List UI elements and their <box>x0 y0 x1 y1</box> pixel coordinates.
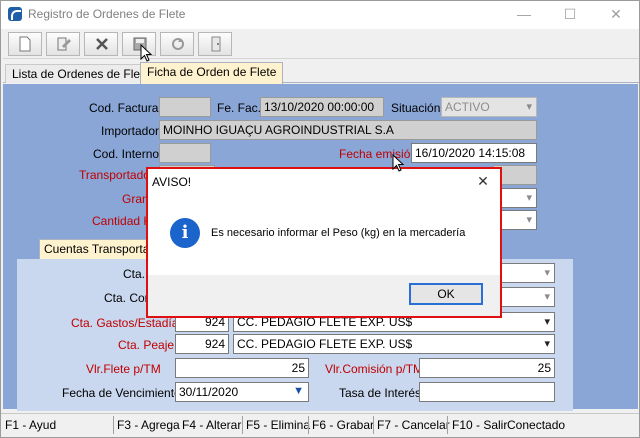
mouse-cursor-icon <box>392 154 405 172</box>
vlr-flete-field[interactable]: 25 <box>175 358 309 378</box>
edit-record-button[interactable] <box>46 32 80 56</box>
vlr-flete-label: Vlr.Flete p/TM <box>86 362 161 376</box>
alert-dialog: AVISO! ✕ i Es necesario informar el Peso… <box>148 169 500 316</box>
connection-status: Conectado <box>507 418 566 432</box>
status-f6: F6 - Grabar <box>312 418 375 432</box>
tab-lista-ordenes[interactable]: Lista de Ordenes de Flete <box>5 64 158 83</box>
status-f7: F7 - Cancelar <box>377 418 450 432</box>
status-f5: F5 - Elimina <box>246 418 311 432</box>
vlr-comision-label: Vlr.Comisión p/TM <box>325 362 424 376</box>
delete-record-button[interactable] <box>84 32 118 56</box>
grano-label: Gran <box>122 192 149 206</box>
dialog-message: Es necesario informar el Peso (kg) en la… <box>211 227 466 239</box>
new-record-button[interactable] <box>8 32 42 56</box>
toolbar <box>3 29 639 59</box>
cod-factura-field[interactable] <box>159 97 211 117</box>
status-divider <box>447 416 448 434</box>
chevron-down-icon: ▾ <box>544 291 550 303</box>
mouse-cursor-icon <box>140 44 153 62</box>
status-f10: F10 - Salir <box>452 418 508 432</box>
cta-peaje-value: CC. PEDAGIO FLETE EXP. US$ <box>237 337 413 351</box>
fe-fac-label: Fe. Fac. <box>217 101 262 115</box>
exit-icon <box>211 36 221 52</box>
cta-peaje-select[interactable]: CC. PEDAGIO FLETE EXP. US$ ▾ <box>233 334 555 354</box>
cod-factura-label: Cod. Factura <box>89 101 159 115</box>
tasa-interes-field[interactable] <box>419 382 555 402</box>
cta-gastos-label: Cta. Gastos/Estadía <box>71 316 179 330</box>
cantidad-label: Cantidad K <box>92 214 152 228</box>
chevron-down-icon: ▾ <box>544 267 550 279</box>
tab-cuentas-transportadora[interactable]: Cuentas Transportad <box>39 239 162 259</box>
dialog-title-bar: AVISO! ✕ <box>148 169 500 195</box>
cta-peaje-code-field[interactable]: 924 <box>175 334 229 354</box>
situacion-value: ACTIVO <box>445 100 490 114</box>
dialog-title: AVISO! <box>152 175 192 189</box>
cta-peaje-label: Cta. Peaje <box>118 338 175 352</box>
situacion-select[interactable]: ACTIVO ▾ <box>441 97 537 117</box>
chevron-down-icon: ▾ <box>526 192 532 204</box>
status-divider <box>373 416 374 434</box>
fecha-vencimiento-picker[interactable]: 30/11/2020 ▼ <box>175 382 309 402</box>
fecha-vencimiento-value: 30/11/2020 <box>179 385 239 399</box>
importador-field[interactable]: MOINHO IGUAÇU AGROINDUSTRIAL S.A <box>159 120 537 140</box>
main-tabs: Lista de Ordenes de Flete Ficha de Orden… <box>3 61 639 84</box>
delete-icon <box>96 38 108 50</box>
fe-fac-field[interactable]: 13/10/2020 00:00:00 <box>260 97 384 117</box>
dialog-close-button[interactable]: ✕ <box>470 171 496 193</box>
maximize-button[interactable]: ☐ <box>547 1 593 29</box>
title-bar: Registro de Ordenes de Flete — ☐ ✕ <box>1 1 639 29</box>
cta-label: Cta. <box>123 267 146 281</box>
tasa-interes-label: Tasa de Interés <box>339 386 422 400</box>
chevron-down-icon: ▾ <box>544 338 550 350</box>
ok-button[interactable]: OK <box>409 283 483 305</box>
status-f3: F3 - Agrega <box>117 418 180 432</box>
status-bar: F1 - Ayud F3 - Agrega F4 - Alterar F5 - … <box>1 413 639 437</box>
cod-interno-field[interactable] <box>159 143 211 163</box>
tab-ficha-orden[interactable]: Ficha de Orden de Flete <box>140 62 284 84</box>
info-icon: i <box>170 218 200 248</box>
vlr-comision-field[interactable]: 25 <box>419 358 555 378</box>
fecha-vencimiento-label: Fecha de Vencimiento <box>62 386 181 400</box>
status-f1: F1 - Ayud <box>5 418 57 432</box>
status-divider <box>308 416 309 434</box>
app-logo-icon <box>8 7 22 21</box>
importador-label: Importador <box>101 124 160 138</box>
refresh-icon <box>172 38 184 50</box>
status-f4: F4 - Alterar <box>182 418 242 432</box>
status-divider <box>113 416 114 434</box>
edit-document-icon <box>57 37 71 51</box>
refresh-button[interactable] <box>160 32 194 56</box>
cod-interno-label: Cod. Interno <box>93 147 160 161</box>
minimize-button[interactable]: — <box>501 1 547 29</box>
new-document-icon <box>19 36 31 52</box>
transportadora-label: Transportador <box>79 168 154 182</box>
calendar-dropdown-icon: ▼ <box>293 385 304 397</box>
situacion-label: Situación <box>391 101 441 115</box>
status-divider <box>242 416 243 434</box>
chevron-down-icon: ▾ <box>544 316 550 328</box>
window-title: Registro de Ordenes de Flete <box>28 7 186 21</box>
dialog-body: i Es necesario informar el Peso (kg) en … <box>148 195 500 275</box>
close-window-button[interactable]: ✕ <box>593 1 639 29</box>
fecha-emision-field[interactable]: 16/10/2020 14:15:08 <box>411 143 537 163</box>
chevron-down-icon: ▾ <box>526 214 532 226</box>
chevron-down-icon: ▾ <box>526 101 532 113</box>
exit-button[interactable] <box>198 32 232 56</box>
